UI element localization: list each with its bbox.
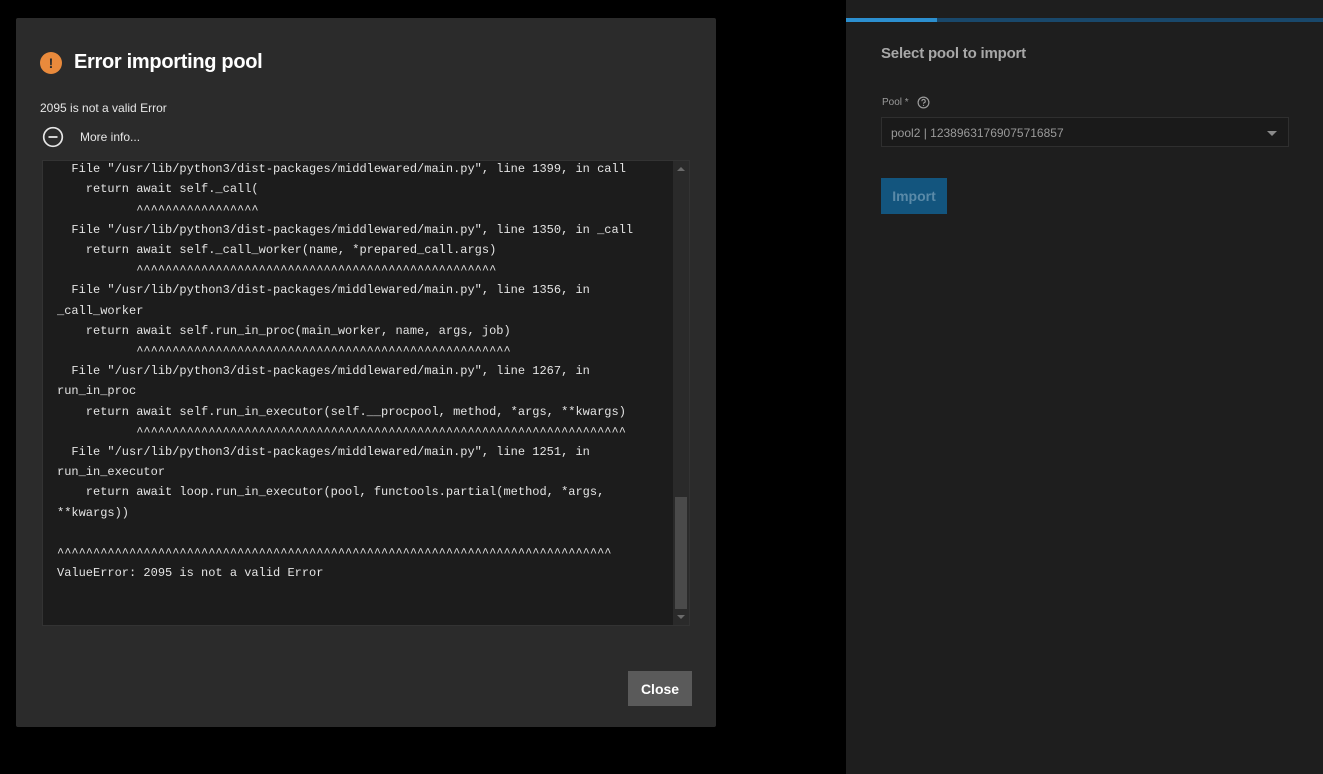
chevron-down-icon xyxy=(1267,131,1277,136)
pool-select[interactable]: pool2 | 12389631769075716857 xyxy=(881,117,1289,147)
scrollbar-thumb[interactable] xyxy=(675,497,687,609)
scroll-down-icon[interactable] xyxy=(677,615,685,619)
dialog-header: ! Error importing pool xyxy=(40,51,263,74)
traceback-scrollbar[interactable] xyxy=(673,161,689,625)
warning-icon: ! xyxy=(40,51,62,74)
error-dialog: ! Error importing pool 2095 is not a val… xyxy=(16,18,716,727)
help-icon[interactable] xyxy=(917,96,930,109)
pool-field-label-row: Pool * xyxy=(882,96,930,109)
import-button[interactable]: Import xyxy=(881,178,947,214)
more-info-label: More info... xyxy=(80,130,141,144)
import-pool-panel: Select pool to import Pool * pool2 | 123… xyxy=(846,0,1323,774)
more-info-toggle[interactable]: More info... xyxy=(42,126,140,148)
pool-select-value: pool2 | 12389631769075716857 xyxy=(891,126,1064,140)
pool-field-label: Pool * xyxy=(882,97,909,108)
progress-bar-fill xyxy=(846,18,937,22)
traceback-box[interactable]: _ _ , File "/usr/lib/python3/dist-packag… xyxy=(42,160,690,626)
close-button[interactable]: Close xyxy=(628,671,692,706)
progress-bar xyxy=(846,18,1323,22)
dialog-title: Error importing pool xyxy=(74,51,263,73)
scroll-up-icon[interactable] xyxy=(677,167,685,171)
collapse-icon[interactable] xyxy=(42,126,64,148)
panel-title: Select pool to import xyxy=(881,45,1026,62)
error-message: 2095 is not a valid Error xyxy=(40,101,167,115)
traceback-text: _ _ , File "/usr/lib/python3/dist-packag… xyxy=(57,162,634,581)
